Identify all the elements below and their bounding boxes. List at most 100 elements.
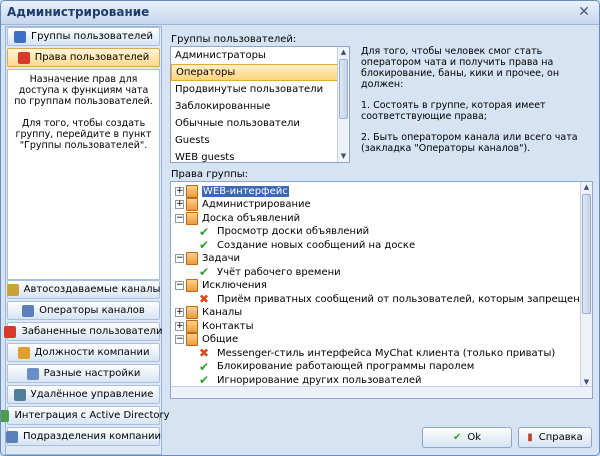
collapse-icon[interactable]: − — [175, 335, 184, 344]
nav-info-text-1: Назначение прав для доступа к функциям ч… — [14, 74, 153, 107]
allow-check-icon[interactable]: ✔ — [199, 361, 213, 373]
tree-row-label: Блокирование работающей программы пароле… — [217, 361, 475, 372]
folder-icon — [186, 319, 198, 333]
nav-label: Удалённое управление — [30, 389, 154, 400]
tree-row[interactable]: − Общие — [175, 333, 238, 347]
group-list-item[interactable]: Продвинутые пользователи — [171, 81, 349, 98]
tree-row[interactable]: + Контакты — [175, 319, 253, 333]
group-list-item[interactable]: Администраторы — [171, 47, 349, 64]
help-button-label: Справка — [538, 432, 583, 443]
tree-row[interactable]: ✖ Messenger-стиль интерфейса MyChat клиен… — [199, 346, 555, 360]
close-icon[interactable]: ✕ — [575, 4, 593, 21]
nav-label: Права пользователей — [34, 52, 150, 63]
tree-row-label: Создание новых сообщений на доске — [217, 239, 416, 251]
tree-row[interactable]: ✔ Создание новых сообщений на доске — [199, 238, 415, 252]
forbidden-icon — [17, 51, 30, 64]
tree-row-label: Исключения — [202, 280, 267, 291]
group-list-item[interactable]: Guests — [171, 132, 349, 149]
collapse-icon[interactable]: − — [175, 254, 184, 263]
nav-panel: Группы пользователей Права пользователей … — [1, 26, 170, 455]
scroll-up-icon[interactable]: ▲ — [581, 182, 592, 193]
nav-top-0[interactable]: Группы пользователей — [7, 27, 160, 46]
allow-check-icon[interactable]: ✔ — [199, 239, 213, 251]
deny-cross-icon[interactable]: ✖ — [199, 347, 213, 359]
rights-label: Права группы: — [171, 169, 249, 180]
tree-row[interactable]: − Исключения — [175, 279, 267, 293]
groups-label: Группы пользователей: — [171, 34, 297, 45]
channels-icon — [6, 283, 19, 296]
nav-label: Интеграция с Active Directory — [14, 410, 170, 421]
rights-tree[interactable]: + WEB-интерфейс + Администрирование − Доска о… — [170, 181, 593, 399]
folder-icon — [186, 333, 198, 346]
nav-bottom-0[interactable]: Автосоздаваемые каналы — [6, 280, 161, 299]
nav-top-1[interactable]: Права пользователей — [7, 48, 160, 67]
nav-bottom-6[interactable]: Интеграция с Active Directory — [1, 406, 170, 425]
window-title: Администрирование — [7, 5, 150, 19]
scroll-up-icon[interactable]: ▲ — [338, 47, 349, 58]
tree-row-label: Общие — [202, 334, 239, 345]
nav-bottom-2[interactable]: Забаненные пользователи — [4, 322, 163, 341]
folder-icon — [186, 306, 198, 319]
description-p3: 2. Быть оператором канала или всего чата… — [361, 132, 578, 154]
group-list-item[interactable]: WEB guests — [171, 149, 349, 162]
tree-row[interactable]: ✖ Приём приватных сообщений от пользовате… — [199, 292, 592, 306]
book-icon: ▮ — [527, 432, 533, 443]
groups-list[interactable]: Администраторы Операторы Продвинутые польз… — [170, 46, 350, 163]
tree-scrollbar[interactable]: ▲ ▼ — [580, 182, 592, 388]
group-list-item[interactable]: Обычные пользователи — [171, 115, 349, 132]
tree-row[interactable]: ✔ Игнорирование других пользователей — [199, 373, 422, 387]
chart-icon — [17, 346, 30, 359]
check-icon: ✔ — [452, 432, 462, 443]
nav-label: Разные настройки — [43, 368, 141, 379]
scroll-thumb[interactable] — [582, 194, 591, 314]
tree-row-label: Игнорирование других пользователей — [217, 374, 422, 386]
groups-scrollbar[interactable]: ▲ ▼ — [337, 47, 349, 162]
expand-icon[interactable]: + — [175, 200, 184, 209]
tree-row-label: Администрирование — [202, 199, 311, 210]
nav-label: Автосоздаваемые каналы — [23, 284, 161, 295]
tree-row-label: Доска объявлений — [202, 212, 301, 224]
allow-check-icon[interactable]: ✔ — [199, 266, 213, 278]
group-list-item[interactable]: Заблокированные — [171, 98, 349, 115]
tree-row[interactable]: ✔ Блокирование работающей программы парол… — [199, 360, 474, 374]
expand-icon[interactable]: + — [175, 321, 184, 331]
tree-row-label: Задачи — [202, 253, 240, 264]
description-p1: Для того, чтобы человек смог стать опера… — [361, 46, 560, 90]
tree-row[interactable]: + WEB-интерфейс — [175, 184, 289, 198]
scroll-down-icon[interactable]: ▼ — [338, 151, 349, 162]
allow-check-icon[interactable]: ✔ — [199, 226, 213, 238]
nav-info-box: Назначение прав для доступа к функциям ч… — [7, 69, 160, 280]
nav-bottom-7[interactable]: Подразделения компании — [5, 427, 161, 446]
description-text: Для того, чтобы человек смог стать опера… — [361, 46, 593, 164]
deny-cross-icon[interactable]: ✖ — [199, 293, 213, 305]
ok-button[interactable]: ✔ Ok — [422, 427, 512, 448]
folder-icon — [186, 184, 198, 198]
tree-row[interactable]: + Администрирование — [175, 198, 311, 212]
allow-check-icon[interactable]: ✔ — [199, 374, 213, 386]
collapse-icon[interactable]: − — [175, 213, 184, 223]
folder-icon — [186, 211, 198, 225]
dialog-buttons: ✔ Ok ▮ Справка — [166, 425, 598, 453]
tree-row-label: Контакты — [202, 320, 254, 332]
nav-label: Группы пользователей — [31, 31, 153, 42]
tree-row[interactable]: ✔ Учёт рабочего времени — [199, 265, 341, 279]
expand-icon[interactable]: + — [175, 186, 184, 196]
tree-row-label: Messenger-стиль интерфейса MyChat клиент… — [217, 347, 556, 359]
nav-bottom-3[interactable]: Должности компании — [7, 343, 160, 362]
nav-bottom-4[interactable]: Разные настройки — [7, 364, 160, 383]
expand-icon[interactable]: + — [175, 308, 184, 317]
tree-hscrollbar[interactable] — [171, 386, 592, 398]
collapse-icon[interactable]: − — [175, 281, 184, 290]
main-panel: Группы пользователей: Администраторы Опер… — [166, 26, 598, 428]
tree-row[interactable]: + Каналы — [175, 306, 242, 320]
help-button[interactable]: ▮ Справка — [518, 427, 592, 448]
nav-label: Должности компании — [34, 347, 150, 358]
ban-icon — [4, 325, 17, 338]
tree-row[interactable]: − Задачи — [175, 252, 240, 266]
nav-bottom-5[interactable]: Удалённое управление — [7, 385, 160, 404]
group-list-item[interactable]: Операторы — [171, 64, 349, 81]
tree-row[interactable]: ✔ Просмотр доски объявлений — [199, 225, 369, 239]
tree-row[interactable]: − Доска объявлений — [175, 211, 300, 225]
scroll-thumb[interactable] — [339, 59, 348, 119]
nav-bottom-1[interactable]: Операторы каналов — [7, 301, 160, 320]
